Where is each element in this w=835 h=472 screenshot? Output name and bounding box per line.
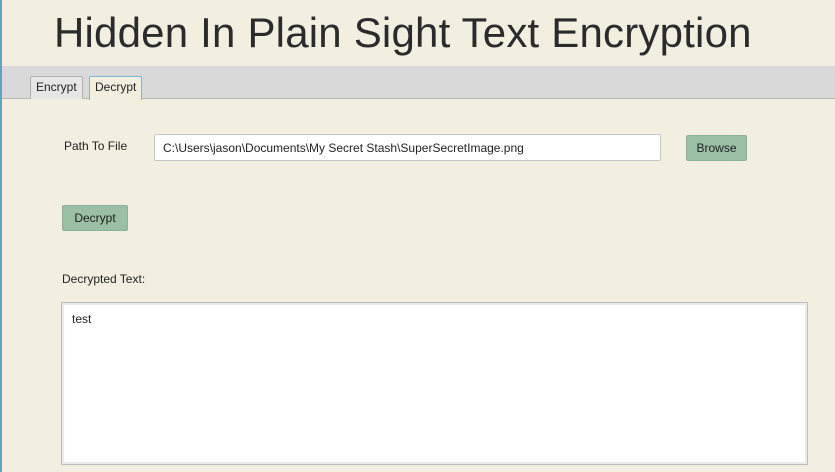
decrypted-text-area[interactable]: test: [61, 302, 808, 465]
tab-encrypt[interactable]: Encrypt: [30, 76, 83, 99]
browse-button[interactable]: Browse: [686, 135, 747, 161]
app-title: Hidden In Plain Sight Text Encryption: [54, 9, 752, 56]
tab-decrypt[interactable]: Decrypt: [89, 76, 143, 100]
file-path-input[interactable]: [154, 134, 661, 161]
decrypted-text-label: Decrypted Text:: [62, 272, 146, 286]
decrypt-button[interactable]: Decrypt: [62, 205, 128, 231]
app-window: Hidden In Plain Sight Text Encryption En…: [0, 0, 835, 472]
tab-strip: Encrypt Decrypt: [2, 66, 835, 100]
path-to-file-label: Path To File: [64, 139, 128, 153]
